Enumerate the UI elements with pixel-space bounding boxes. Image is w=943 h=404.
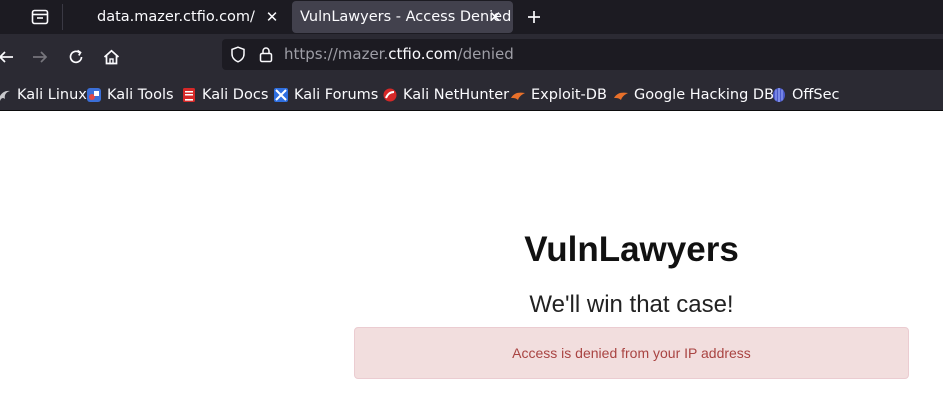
bookmark-kali-linux[interactable]: Kali Linux bbox=[0, 85, 87, 105]
bookmarks-toolbar: Kali Linux Kali Tools Kali Docs Kali For… bbox=[0, 78, 943, 111]
back-button[interactable] bbox=[0, 46, 17, 68]
url-subdomain: mazer. bbox=[337, 45, 389, 63]
bookmark-label: OffSec bbox=[792, 87, 840, 103]
alert-message: Access is denied from your IP address bbox=[512, 345, 751, 361]
tab-access-denied[interactable]: VulnLawyers - Access Denied ✕ bbox=[292, 1, 513, 33]
url-host: ctfio.com bbox=[388, 45, 458, 63]
firefox-view-button[interactable] bbox=[26, 5, 54, 29]
tab-bar: data.mazer.ctfio.com/ ✕ VulnLawyers - Ac… bbox=[0, 0, 943, 34]
lock-icon[interactable] bbox=[258, 46, 274, 63]
site-tagline: We'll win that case! bbox=[529, 291, 734, 318]
bookmark-label: Kali Docs bbox=[202, 87, 269, 103]
bookmark-kali-docs[interactable]: Kali Docs bbox=[181, 85, 268, 105]
plus-icon bbox=[528, 11, 540, 23]
bookmark-kali-tools[interactable]: Kali Tools bbox=[86, 85, 174, 105]
ghdb-icon bbox=[614, 92, 628, 100]
bookmark-label: Kali Forums bbox=[294, 87, 379, 103]
bookmark-label: Kali NetHunter bbox=[403, 87, 510, 103]
tab-data-mazer[interactable]: data.mazer.ctfio.com/ ✕ bbox=[80, 1, 288, 33]
reload-button[interactable] bbox=[65, 46, 87, 68]
tab-title: data.mazer.ctfio.com/ bbox=[97, 9, 255, 25]
bookmark-label: Kali Tools bbox=[107, 87, 174, 103]
kali-dragon-icon bbox=[0, 90, 10, 101]
url-text[interactable]: https://mazer.ctfio.com/denied bbox=[284, 45, 514, 63]
bookmark-label: Google Hacking DB bbox=[634, 87, 775, 103]
bookmark-label: Exploit-DB bbox=[531, 87, 607, 103]
url-scheme: https:// bbox=[284, 45, 338, 63]
firefox-view-icon bbox=[31, 9, 49, 25]
bookmark-kali-forums[interactable]: Kali Forums bbox=[273, 85, 378, 105]
forward-button[interactable] bbox=[29, 46, 51, 68]
home-icon bbox=[103, 49, 119, 65]
site-title: VulnLawyers bbox=[524, 230, 739, 269]
address-bar[interactable]: https://mazer.ctfio.com/denied bbox=[222, 39, 943, 70]
exploit-db-icon bbox=[511, 92, 525, 100]
reload-icon bbox=[69, 49, 83, 64]
page-content: VulnLawyers We'll win that case! Access … bbox=[0, 111, 943, 404]
kali-forums-icon bbox=[274, 88, 288, 102]
bookmark-google-hacking-db[interactable]: Google Hacking DB bbox=[613, 85, 774, 105]
back-arrow-icon bbox=[0, 51, 13, 63]
kali-nethunter-icon bbox=[383, 88, 397, 102]
bookmark-label: Kali Linux bbox=[17, 87, 87, 103]
new-tab-button[interactable] bbox=[522, 5, 546, 29]
forward-arrow-icon bbox=[33, 51, 48, 63]
tab-title: VulnLawyers - Access Denied bbox=[300, 9, 512, 25]
kali-tools-icon bbox=[87, 88, 101, 102]
bookmark-offsec[interactable]: OffSec bbox=[771, 85, 840, 105]
bookmark-kali-nethunter[interactable]: Kali NetHunter bbox=[382, 85, 509, 105]
kali-docs-icon bbox=[183, 88, 195, 102]
tab-close-icon[interactable]: ✕ bbox=[487, 8, 503, 26]
home-button[interactable] bbox=[100, 46, 122, 68]
tracking-protection-shield-icon[interactable] bbox=[230, 46, 246, 63]
bookmark-exploit-db[interactable]: Exploit-DB bbox=[510, 85, 607, 105]
navigation-toolbar: https://mazer.ctfio.com/denied bbox=[0, 34, 943, 78]
access-denied-alert: Access is denied from your IP address bbox=[354, 327, 909, 379]
tab-close-icon[interactable]: ✕ bbox=[264, 8, 280, 26]
url-path: /denied bbox=[457, 45, 514, 63]
offsec-icon bbox=[773, 88, 785, 102]
tab-separator bbox=[62, 4, 63, 30]
